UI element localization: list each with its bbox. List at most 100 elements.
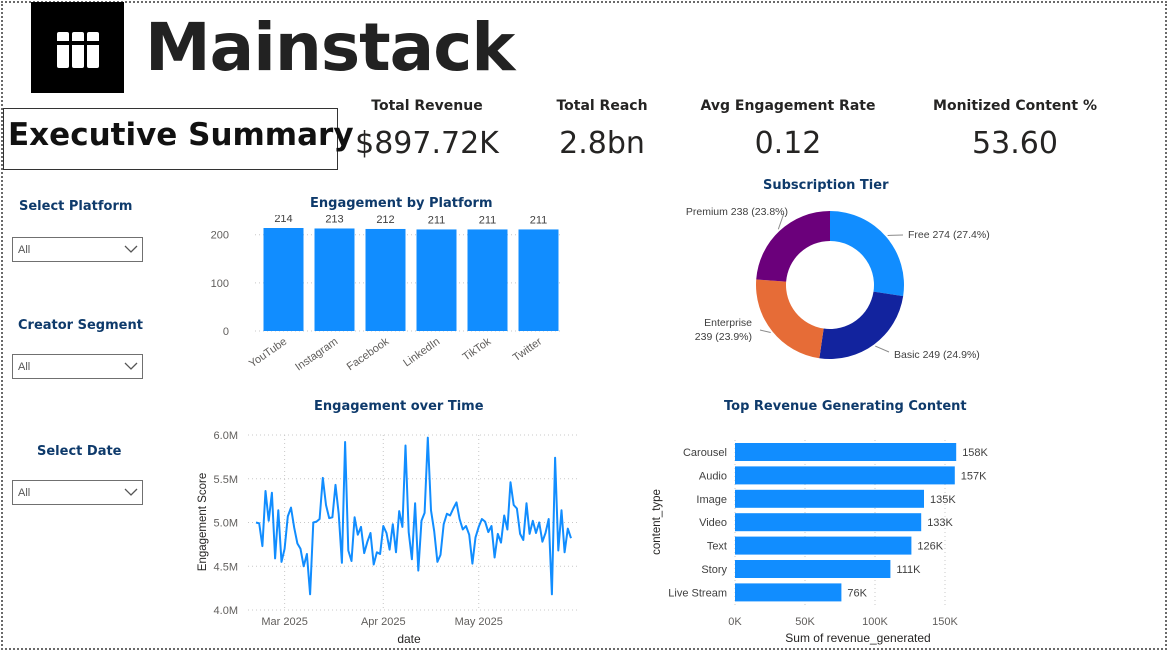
y-tick-label: 4.5M — [214, 561, 238, 573]
data-label: 214 — [274, 215, 292, 225]
slice-label: 239 (23.9%) — [695, 331, 752, 343]
bar — [735, 513, 922, 532]
kpi-label: Total Revenue — [371, 98, 483, 114]
slice-label: Basic 249 (24.9%) — [894, 349, 980, 361]
x-tick-label: Facebook — [345, 335, 392, 373]
bar — [735, 583, 842, 602]
y-tick-label: 200 — [211, 230, 229, 242]
data-label: 213 — [325, 215, 343, 225]
dropdown-value: All — [18, 244, 31, 256]
page-title: Executive Summary — [8, 117, 354, 153]
x-tick-label: TikTok — [461, 335, 494, 363]
x-tick-label: YouTube — [247, 336, 289, 371]
slicer-title-platform: Select Platform — [19, 199, 133, 214]
y-axis-title: Engagement Score — [197, 473, 209, 571]
y-tick-label: Carousel — [683, 447, 727, 459]
date-dropdown[interactable]: All — [12, 480, 143, 505]
engagement-over-time-chart: 4.0M 4.5M 5.0M 5.5M 6.0M Mar 2025 Apr 2025 May … — [197, 430, 577, 646]
x-axis-title: Sum of revenue_generated — [785, 631, 930, 645]
slice-label: Enterprise — [704, 317, 752, 329]
data-label: 76K — [847, 587, 867, 599]
data-label: 111K — [896, 564, 921, 576]
x-tick-label: 0K — [728, 616, 742, 628]
bar — [735, 466, 955, 485]
x-tick-label: May 2025 — [455, 616, 503, 628]
data-label: 157K — [961, 470, 987, 482]
chevron-down-icon — [124, 362, 138, 370]
kpi-label: Total Reach — [556, 98, 648, 114]
bar — [365, 228, 406, 331]
kpi-value: $897.72K — [355, 126, 499, 161]
bar — [314, 228, 355, 331]
kpi-value: 2.8bn — [559, 126, 645, 161]
donut-slice — [756, 279, 824, 359]
bar — [735, 489, 924, 508]
y-tick-label: Story — [701, 564, 727, 576]
bar — [518, 229, 559, 331]
x-tick-label: Apr 2025 — [361, 616, 406, 628]
kpi-value: 0.12 — [754, 126, 822, 161]
bar — [735, 443, 957, 461]
x-tick-label: Instagram — [293, 336, 340, 374]
mainstack-logo-icon — [31, 2, 124, 93]
slice-label: Free 274 (27.4%) — [908, 229, 990, 241]
bar — [416, 229, 457, 331]
y-tick-label: 5.0M — [214, 518, 238, 530]
data-label: 158K — [962, 447, 988, 459]
y-tick-label: Live Stream — [668, 587, 727, 599]
y-tick-label: Video — [699, 517, 727, 529]
donut-slice — [819, 291, 904, 359]
bar — [735, 560, 891, 578]
slicer-title-creator-segment: Creator Segment — [18, 318, 143, 333]
x-tick-label: Mar 2025 — [261, 616, 307, 628]
chevron-down-icon — [124, 488, 138, 496]
engagement-by-platform-chart: 0 100 200 214 YouTube 213 Instagram 212 Facebook… — [211, 215, 561, 374]
x-axis-title: date — [397, 632, 421, 646]
chart-title-subscription-tier: Subscription Tier — [763, 178, 889, 193]
dropdown-value: All — [18, 361, 31, 373]
bar — [735, 536, 912, 555]
donut-slice — [830, 211, 904, 297]
x-tick-label: 150K — [932, 616, 958, 628]
x-tick-label: 100K — [862, 616, 888, 628]
chevron-down-icon — [124, 245, 138, 253]
chart-title-engagement-by-platform: Engagement by Platform — [310, 196, 493, 211]
leader-line — [759, 329, 771, 334]
kpi-total-revenue: Total Revenue $897.72K — [346, 98, 508, 161]
bar — [263, 228, 304, 331]
data-label: 133K — [927, 517, 953, 529]
leader-line — [875, 345, 890, 353]
data-label: 211 — [428, 215, 446, 226]
kpi-monetized-content: Monitized Content % 53.60 — [925, 98, 1105, 161]
data-label: 211 — [479, 215, 497, 226]
y-tick-label: Image — [696, 494, 727, 506]
bar — [467, 229, 508, 331]
data-label: 126K — [917, 541, 943, 553]
dropdown-value: All — [18, 487, 31, 499]
data-label: 135K — [930, 494, 956, 506]
data-label: 212 — [376, 215, 394, 226]
y-tick-label: Audio — [699, 470, 727, 482]
creator-segment-dropdown[interactable]: All — [12, 354, 143, 379]
kpi-total-reach: Total Reach 2.8bn — [530, 98, 674, 161]
y-tick-label: 6.0M — [214, 430, 238, 442]
brand-name: Mainstack — [145, 9, 515, 86]
series-line — [255, 436, 572, 596]
subscription-tier-chart: Free 274 (27.4%) Basic 249 (24.9%) Enterpr… — [686, 206, 990, 361]
kpi-label: Monitized Content % — [933, 98, 1097, 114]
top-revenue-content-chart: 0K 50K 100K 150K Carousel 158K Audio 157K Image 1… — [651, 440, 989, 645]
data-label: 211 — [530, 215, 548, 226]
y-tick-label: 0 — [223, 326, 229, 338]
y-tick-label: 4.0M — [214, 605, 238, 617]
x-tick-label: Twitter — [511, 335, 545, 364]
y-tick-label: 5.5M — [214, 474, 238, 486]
x-tick-label: 50K — [795, 616, 815, 628]
kpi-value: 53.60 — [972, 126, 1058, 161]
kpi-label: Avg Engagement Rate — [700, 98, 876, 114]
y-axis-title: content_type — [651, 489, 663, 555]
y-tick-label: 100 — [211, 278, 229, 290]
platform-dropdown[interactable]: All — [12, 237, 143, 262]
slice-label: Premium 238 (23.8%) — [686, 206, 788, 218]
y-tick-label: Text — [707, 541, 727, 553]
chart-title-top-revenue-content: Top Revenue Generating Content — [724, 399, 967, 414]
